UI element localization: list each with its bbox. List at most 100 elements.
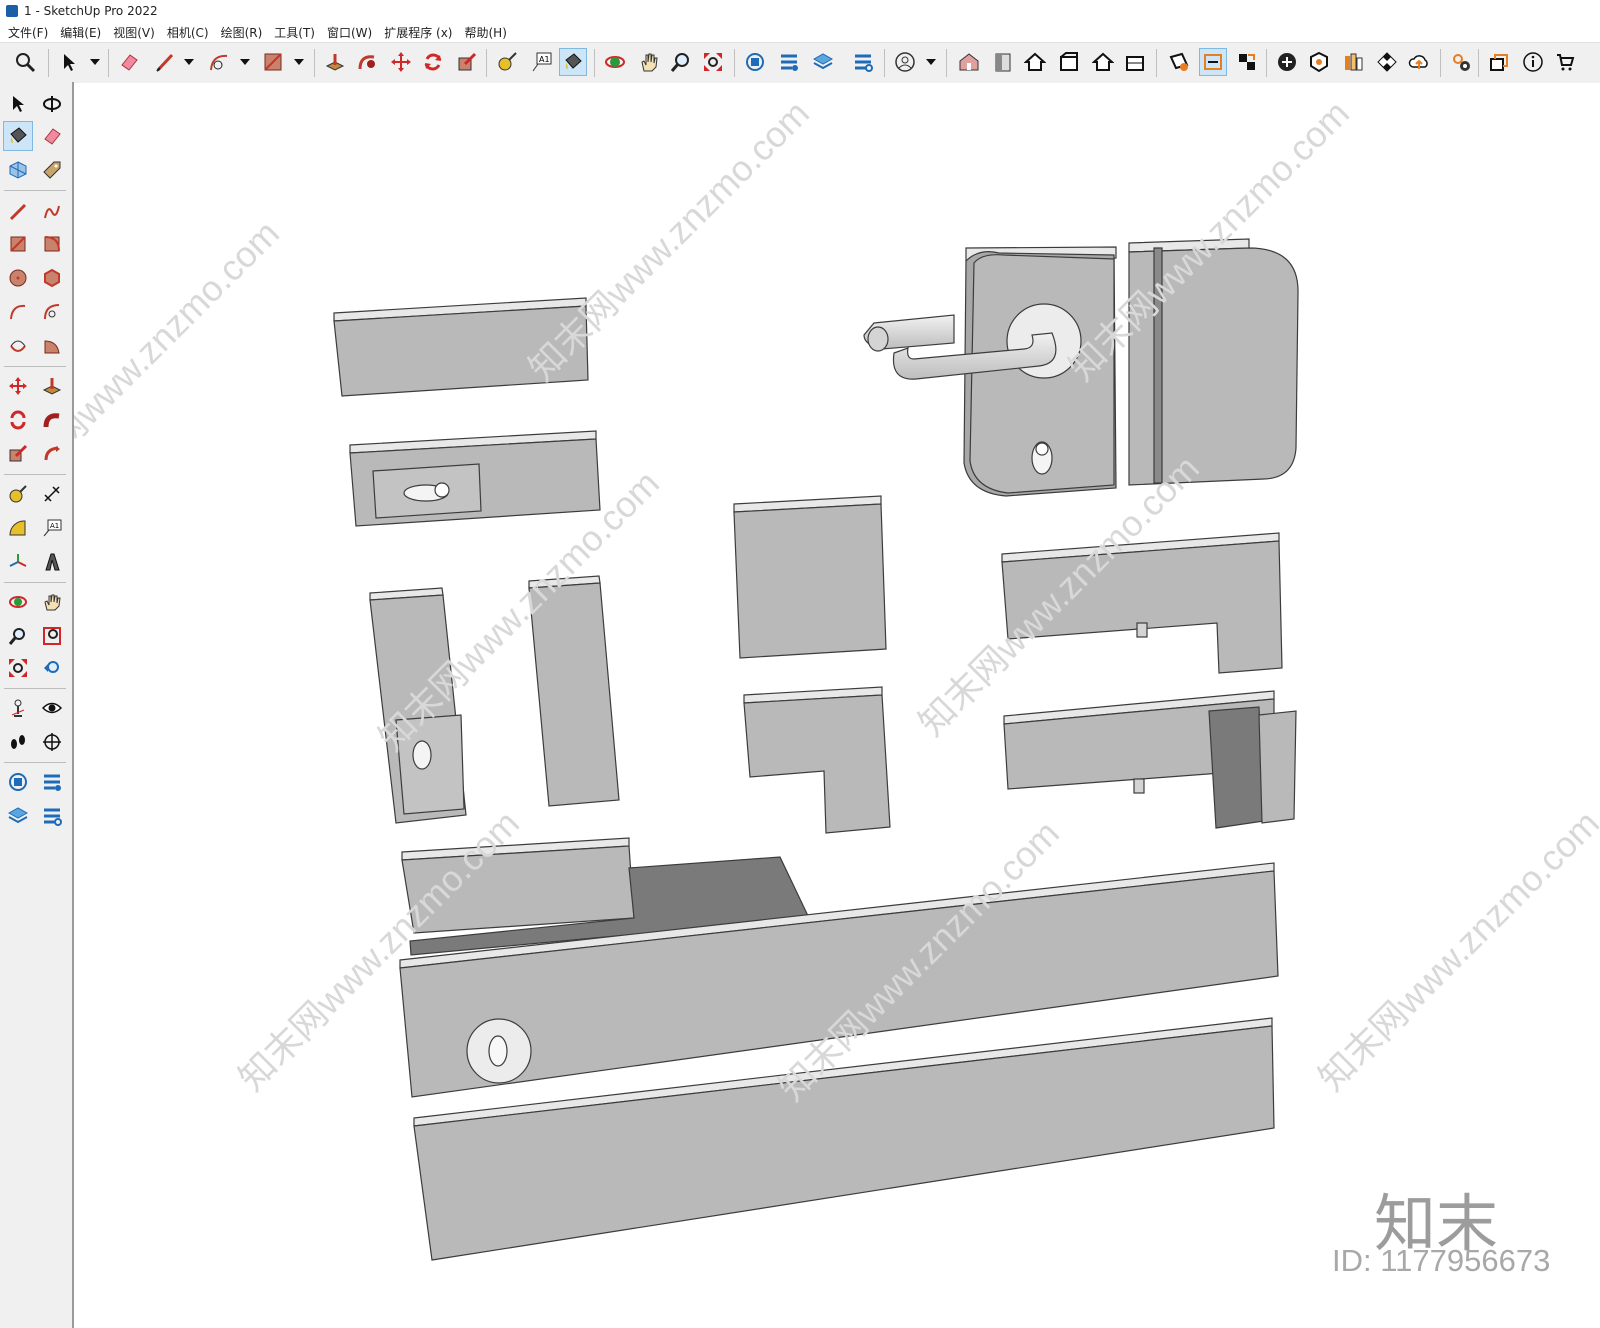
zoom-icon[interactable] <box>4 622 32 650</box>
warehouse-icon[interactable] <box>742 49 768 75</box>
orbit-icon[interactable] <box>602 49 628 75</box>
paint-bucket-icon[interactable] <box>3 121 33 151</box>
paint-bucket-icon[interactable] <box>559 48 587 76</box>
section-plane-icon[interactable] <box>1166 49 1192 75</box>
extension-manager-icon[interactable] <box>38 802 66 830</box>
layout-icon[interactable] <box>4 802 32 830</box>
previous-view-icon[interactable] <box>38 654 66 682</box>
zoom-icon[interactable] <box>12 49 38 75</box>
move-icon[interactable] <box>388 49 414 75</box>
square-clamp-plate <box>733 495 887 659</box>
info-icon[interactable] <box>1520 49 1546 75</box>
texture-icon[interactable] <box>1374 49 1400 75</box>
two-point-arc-icon[interactable] <box>38 298 66 326</box>
settings-icon[interactable] <box>1448 49 1474 75</box>
position-camera-icon[interactable] <box>4 694 32 722</box>
back-view-icon[interactable] <box>1090 49 1116 75</box>
zoom-window-icon[interactable] <box>38 622 66 650</box>
extension-warehouse-icon[interactable] <box>38 768 66 796</box>
model-viewport[interactable]: 知末网www.znzmo.com 知末网www.znzmo.com 知末网www… <box>74 83 1600 1328</box>
menu-window[interactable]: 窗口(W) <box>327 24 372 41</box>
menu-help[interactable]: 帮助(H) <box>464 24 506 41</box>
layout-icon[interactable] <box>810 49 836 75</box>
extension-manager-icon[interactable] <box>850 49 876 75</box>
eraser-icon[interactable] <box>38 122 66 150</box>
dimension-icon[interactable] <box>38 480 66 508</box>
component-icon[interactable] <box>4 156 32 184</box>
menu-tools[interactable]: 工具(T) <box>274 24 315 41</box>
rectangle-dropdown-icon[interactable] <box>286 49 312 75</box>
section-display-icon[interactable] <box>1234 49 1260 75</box>
menu-extensions[interactable]: 扩展程序 (x) <box>384 24 452 41</box>
cloud-upload-icon[interactable] <box>1406 49 1432 75</box>
pie-icon[interactable] <box>38 332 66 360</box>
push-pull-icon[interactable] <box>38 372 66 400</box>
follow-me-icon[interactable] <box>354 49 380 75</box>
section-fill-icon[interactable] <box>1199 48 1227 76</box>
follow-me-icon[interactable] <box>38 406 66 434</box>
3d-text-icon[interactable] <box>38 548 66 576</box>
tag-icon[interactable] <box>38 156 66 184</box>
user-dropdown-icon[interactable] <box>918 49 944 75</box>
select-icon[interactable] <box>4 90 32 118</box>
menu-file[interactable]: 文件(F) <box>8 24 48 41</box>
menu-draw[interactable]: 绘图(R) <box>221 24 263 41</box>
front-view-icon[interactable] <box>990 49 1016 75</box>
text-icon[interactable]: A1 <box>38 514 66 542</box>
pencil-icon[interactable] <box>152 49 178 75</box>
arc-icon[interactable] <box>206 49 232 75</box>
cart-icon[interactable] <box>1552 49 1578 75</box>
rectangle-icon[interactable] <box>260 49 286 75</box>
tape-measure-icon[interactable] <box>494 49 520 75</box>
rotate-icon[interactable] <box>420 49 446 75</box>
user-icon[interactable] <box>892 49 918 75</box>
orbit-tool-icon[interactable] <box>4 588 32 616</box>
solid-tools-icon[interactable] <box>1306 49 1332 75</box>
menu-view[interactable]: 视图(V) <box>113 24 155 41</box>
right-view-icon[interactable] <box>1056 49 1082 75</box>
pencil-icon[interactable] <box>4 198 32 226</box>
arc-icon[interactable] <box>4 298 32 326</box>
scale-icon[interactable] <box>4 440 32 468</box>
pencil-dropdown-icon[interactable] <box>176 49 202 75</box>
top-view-icon[interactable] <box>1022 49 1048 75</box>
extension-warehouse-icon[interactable] <box>776 49 802 75</box>
styles-icon[interactable] <box>1340 49 1366 75</box>
eraser-icon[interactable] <box>116 49 142 75</box>
protractor-icon[interactable] <box>4 514 32 542</box>
text-label-icon[interactable]: A1 <box>528 49 554 75</box>
model-canvas[interactable]: 知末网www.znzmo.com 知末网www.znzmo.com 知末网www… <box>74 83 1600 1328</box>
rectangle-icon[interactable] <box>4 230 32 258</box>
zoom-extents-icon[interactable] <box>4 654 32 682</box>
move-icon[interactable] <box>4 372 32 400</box>
zoom-extents-icon[interactable] <box>700 49 726 75</box>
iso-view-icon[interactable] <box>956 49 982 75</box>
look-around-icon[interactable] <box>38 694 66 722</box>
scale-icon[interactable] <box>454 49 480 75</box>
section-plane-icon[interactable] <box>38 728 66 756</box>
freehand-icon[interactable] <box>38 198 66 226</box>
rotated-rectangle-icon[interactable] <box>38 230 66 258</box>
left-view-icon[interactable] <box>1122 49 1148 75</box>
tape-measure-icon[interactable] <box>4 480 32 508</box>
offset-icon[interactable] <box>38 440 66 468</box>
orbit-icon[interactable] <box>38 90 66 118</box>
pan-icon[interactable] <box>636 49 662 75</box>
warehouse-icon[interactable] <box>4 768 32 796</box>
select-icon[interactable] <box>56 49 82 75</box>
polygon-icon[interactable] <box>38 264 66 292</box>
three-point-arc-icon[interactable] <box>4 332 32 360</box>
walk-icon[interactable] <box>4 728 32 756</box>
add-location-icon[interactable] <box>1274 49 1300 75</box>
axes-icon[interactable] <box>4 548 32 576</box>
select-dropdown-icon[interactable] <box>82 49 108 75</box>
circle-icon[interactable] <box>4 264 32 292</box>
push-pull-icon[interactable] <box>322 49 348 75</box>
views-icon[interactable] <box>1486 49 1512 75</box>
zoom-tool-icon[interactable] <box>668 49 694 75</box>
pan-icon[interactable] <box>38 588 66 616</box>
rotate-icon[interactable] <box>4 406 32 434</box>
menu-edit[interactable]: 编辑(E) <box>60 24 101 41</box>
arc-dropdown-icon[interactable] <box>232 49 258 75</box>
menu-camera[interactable]: 相机(C) <box>167 24 209 41</box>
